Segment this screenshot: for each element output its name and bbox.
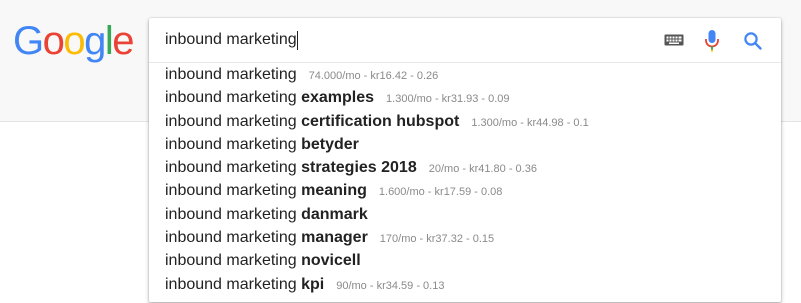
suggestion-base: inbound marketing [165,205,302,223]
suggestion-completion: novicell [301,252,361,270]
suggestion-base: inbound marketing [165,275,302,293]
suggestion-completion: meaning [301,182,367,200]
suggestion-item[interactable]: inbound marketing manager 170/mo - kr37.3… [149,226,781,249]
suggestion-completion: danmark [301,205,368,223]
suggestion-base: inbound marketing [165,89,302,107]
suggestion-completion: strategies 2018 [301,159,417,177]
suggestion-item[interactable]: inbound marketing examples 1.300/mo - kr3… [149,86,781,109]
microphone-icon[interactable] [704,29,720,58]
suggestion-keyword-stats: 74.000/mo - kr16.42 - 0.26 [308,70,439,82]
search-input[interactable] [165,30,645,50]
logo-letter: l [104,19,114,63]
suggestion-completion: betyder [301,135,359,153]
suggestion-completion: kpi [301,275,325,293]
suggestion-keyword-stats: 170/mo - kr37.32 - 0.15 [379,233,495,246]
suggestion-item[interactable]: inbound marketing danmark [149,203,781,226]
text-caret [297,31,298,50]
search-bar [149,18,781,63]
suggestion-item[interactable]: inbound marketing certification hubspot 1… [149,110,781,133]
suggestion-keyword-stats: 20/mo - kr41.80 - 0.36 [428,163,537,176]
suggestion-base: inbound marketing [165,229,302,247]
suggestion-keyword-stats: 90/mo - kr34.59 - 0.13 [336,279,445,292]
suggestion-base: inbound marketing [165,182,302,200]
keyboard-icon[interactable] [664,33,684,52]
google-logo[interactable]: Google [13,18,134,64]
logo-letter: e [112,19,134,63]
logo-letter: g [84,19,106,63]
suggestion-base: inbound marketing [165,66,297,83]
suggestion-base: inbound marketing [165,112,302,130]
suggestion-keyword-stats: 1.600/mo - kr17.59 - 0.08 [378,186,503,199]
logo-letter: G [13,19,44,63]
suggestion-item[interactable]: inbound marketing meaning 1.600/mo - kr17… [149,179,781,202]
suggestion-completion: manager [301,229,368,247]
suggestion-item[interactable]: inbound marketing strategies 2018 20/mo -… [149,156,781,179]
suggestion-keyword-stats: 1.300/mo - kr31.93 - 0.09 [386,93,510,106]
suggestion-keyword-stats: 1.300/mo - kr44.98 - 0.1 [471,116,589,129]
suggestion-item[interactable]: inbound marketing 74.000/mo - kr16.42 - 0… [149,63,781,86]
suggestion-completion: certification hubspot [301,112,460,130]
suggestion-base: inbound marketing [165,135,302,153]
suggestions-list: inbound marketing 74.000/mo - kr16.42 - 0… [149,63,781,302]
logo-letter: o [63,19,85,63]
suggestion-item[interactable]: inbound marketing betyder [149,133,781,156]
suggestion-completion: examples [301,89,375,107]
search-box: inbound marketing 74.000/mo - kr16.42 - 0… [149,18,781,302]
suggestion-item[interactable]: inbound marketing kpi 90/mo - kr34.59 - 0… [149,273,781,296]
search-icon[interactable] [743,31,763,56]
logo-letter: o [42,19,65,63]
suggestion-base: inbound marketing [165,252,302,270]
suggestion-base: inbound marketing [165,159,302,177]
suggestion-item[interactable]: inbound marketing novicell [149,249,781,272]
